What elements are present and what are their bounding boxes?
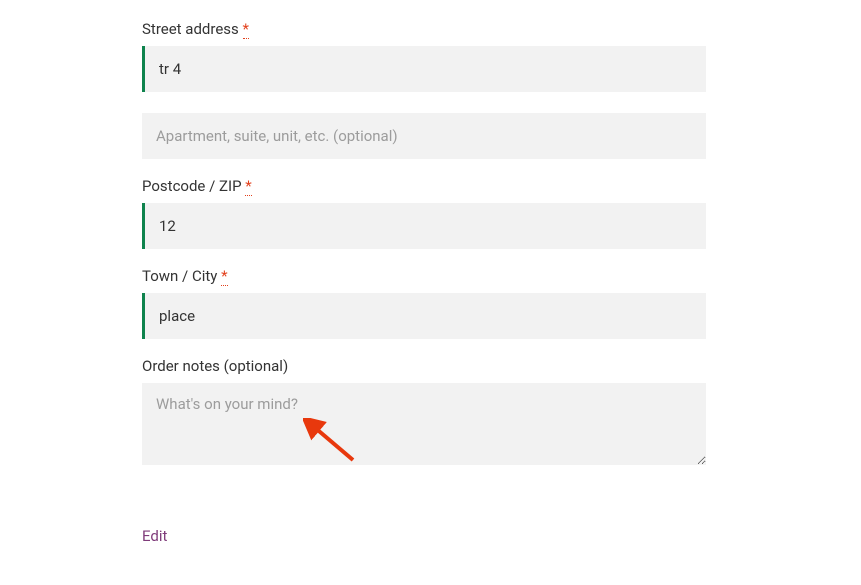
street-address-label-text: Street address: [142, 20, 239, 38]
checkout-form: Street address * Postcode / ZIP * Town /…: [0, 0, 706, 545]
required-asterisk: *: [243, 20, 249, 39]
city-input[interactable]: [142, 293, 706, 339]
order-notes-textarea[interactable]: [142, 383, 706, 465]
order-notes-label: Order notes (optional): [142, 357, 706, 375]
apartment-input[interactable]: [142, 113, 706, 159]
postcode-group: Postcode / ZIP *: [142, 177, 706, 249]
city-label-text: Town / City: [142, 267, 217, 285]
postcode-label-text: Postcode / ZIP: [142, 177, 242, 195]
apartment-group: [142, 113, 706, 159]
edit-link[interactable]: Edit: [142, 527, 167, 545]
required-asterisk: *: [221, 267, 227, 286]
city-group: Town / City *: [142, 267, 706, 339]
city-label: Town / City *: [142, 267, 706, 285]
postcode-input[interactable]: [142, 203, 706, 249]
street-address-group: Street address *: [142, 20, 706, 92]
street-address-label: Street address *: [142, 20, 706, 38]
order-notes-group: Order notes (optional): [142, 357, 706, 465]
required-asterisk: *: [245, 177, 251, 196]
postcode-label: Postcode / ZIP *: [142, 177, 706, 195]
street-address-input[interactable]: [142, 46, 706, 92]
